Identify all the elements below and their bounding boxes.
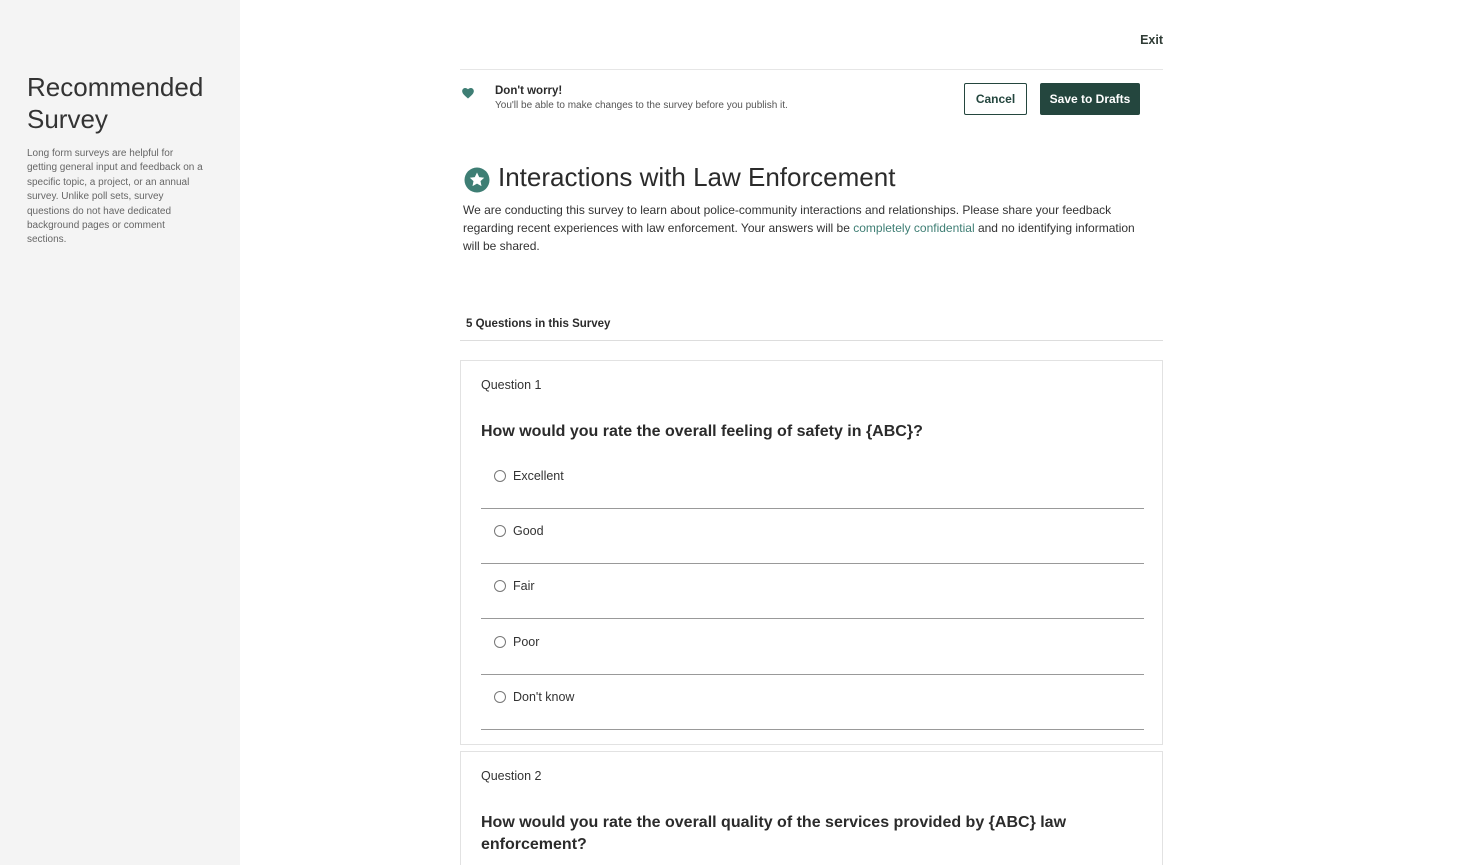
radio-button[interactable] <box>494 525 506 537</box>
question-text: How would you rate the overall quality o… <box>481 814 1067 853</box>
count-divider <box>460 340 1163 341</box>
question-label: Question 1 <box>481 378 542 392</box>
option-label: Poor <box>513 635 540 649</box>
sidebar-description: Long form surveys are helpful for gettin… <box>27 148 203 246</box>
question-count: 5 Questions in this Survey <box>466 318 611 330</box>
question-label: Question 2 <box>481 769 542 783</box>
radio-button[interactable] <box>494 470 506 482</box>
question-card-2: Question 2 How would you rate the overal… <box>460 751 1163 865</box>
option-fair[interactable]: Fair <box>481 564 1144 619</box>
exit-link[interactable]: Exit <box>1140 33 1163 47</box>
option-label: Don't know <box>513 690 575 704</box>
star-badge-icon <box>464 167 490 193</box>
option-label: Good <box>513 524 544 538</box>
save-to-drafts-button[interactable]: Save to Drafts <box>1040 83 1140 115</box>
radio-button[interactable] <box>494 636 506 648</box>
radio-button[interactable] <box>494 580 506 592</box>
notice-subtitle: You'll be able to make changes to the su… <box>495 100 788 111</box>
option-good[interactable]: Good <box>481 509 1144 564</box>
confidential-link[interactable]: completely confidential <box>853 221 974 235</box>
cancel-button[interactable]: Cancel <box>964 83 1027 115</box>
radio-button[interactable] <box>494 691 506 703</box>
survey-description: We are conducting this survey to learn a… <box>463 201 1153 255</box>
main-content: Exit Don't worry! You'll be able to make… <box>460 0 1163 865</box>
sidebar: Recommended Survey Long form surveys are… <box>0 0 240 865</box>
heart-icon <box>461 86 475 100</box>
question-text: How would you rate the overall feeling o… <box>481 423 923 440</box>
survey-title: Interactions with Law Enforcement <box>498 162 896 192</box>
notice-title: Don't worry! <box>495 85 563 97</box>
top-divider <box>460 69 1163 70</box>
option-dont-know[interactable]: Don't know <box>481 675 1144 730</box>
option-excellent[interactable]: Excellent <box>481 454 1144 509</box>
sidebar-title: Recommended Survey <box>27 72 204 134</box>
option-label: Excellent <box>513 469 564 483</box>
option-label: Fair <box>513 579 535 593</box>
question-card-1: Question 1 How would you rate the overal… <box>460 360 1163 745</box>
option-poor[interactable]: Poor <box>481 620 1144 675</box>
